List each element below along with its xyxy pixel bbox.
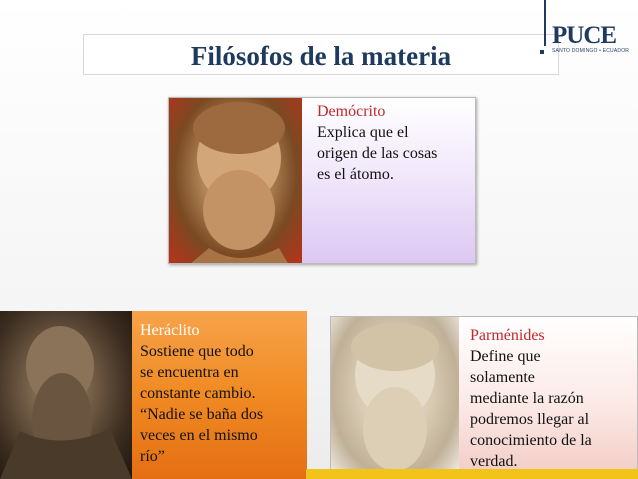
democrito-description: Demócrito Explica que el origen de las c…: [317, 101, 467, 185]
parmenides-line-1: Define que: [470, 348, 541, 365]
parmenides-bust-image: [331, 317, 459, 478]
heraclito-description: Heráclito Sostiene que todo se encuentra…: [140, 320, 299, 467]
title-box: Filósofos de la materia: [83, 34, 559, 75]
heraclito-text-panel: Heráclito Sostiene que todo se encuentra…: [132, 311, 307, 479]
slide-title: Filósofos de la materia: [190, 41, 452, 71]
democrito-line-1: Explica que el: [317, 124, 409, 141]
parmenides-description: Parménides Define que solamente mediante…: [470, 325, 629, 472]
logo-text: PUCE: [552, 22, 617, 49]
heraclito-line-5: veces en el mismo: [140, 427, 258, 444]
democrito-line-2: origen de las cosas: [317, 145, 438, 162]
card-democrito: Demócrito Explica que el origen de las c…: [168, 97, 476, 264]
democrito-line-3: es el átomo.: [317, 166, 394, 183]
card-parmenides: Parménides Define que solamente mediante…: [330, 316, 638, 479]
logo-dot: [540, 50, 544, 54]
heraclito-name: Heráclito: [140, 322, 200, 339]
heraclito-line-1: Sostiene que todo: [140, 343, 254, 360]
democrito-name: Demócrito: [317, 103, 386, 120]
card-heraclito: Heráclito Sostiene que todo se encuentra…: [0, 311, 307, 479]
heraclito-line-6: río”: [140, 448, 165, 465]
parmenides-line-3: mediante la razón: [470, 390, 584, 407]
parmenides-name: Parménides: [470, 327, 545, 344]
puce-logo-icon: PUCE SANTO DOMINGO • ECUADOR: [538, 0, 638, 60]
parmenides-bust-icon: [351, 323, 439, 478]
logo-bar: [544, 0, 546, 46]
democrito-text-panel: Demócrito Explica que el origen de las c…: [302, 98, 475, 263]
heraclito-line-4: “Nadie se baña dos: [140, 406, 264, 423]
parmenides-line-4: podremos llegar al: [470, 411, 590, 428]
heraclito-line-3: constante cambio.: [140, 385, 256, 402]
heraclitus-statue-image: [0, 311, 132, 479]
parmenides-line-5: conocimiento de la: [470, 432, 592, 449]
parmenides-text-panel: Parménides Define que solamente mediante…: [459, 317, 637, 478]
accent-strip: [306, 469, 638, 479]
logo-subtitle: SANTO DOMINGO • ECUADOR: [552, 48, 630, 54]
heraclito-line-2: se encuentra en: [140, 364, 239, 381]
parmenides-line-2: solamente: [470, 369, 535, 386]
heraclitus-statue-icon: [0, 326, 132, 479]
democritus-bust-image: [169, 98, 302, 263]
democritus-bust-icon: [191, 102, 288, 263]
